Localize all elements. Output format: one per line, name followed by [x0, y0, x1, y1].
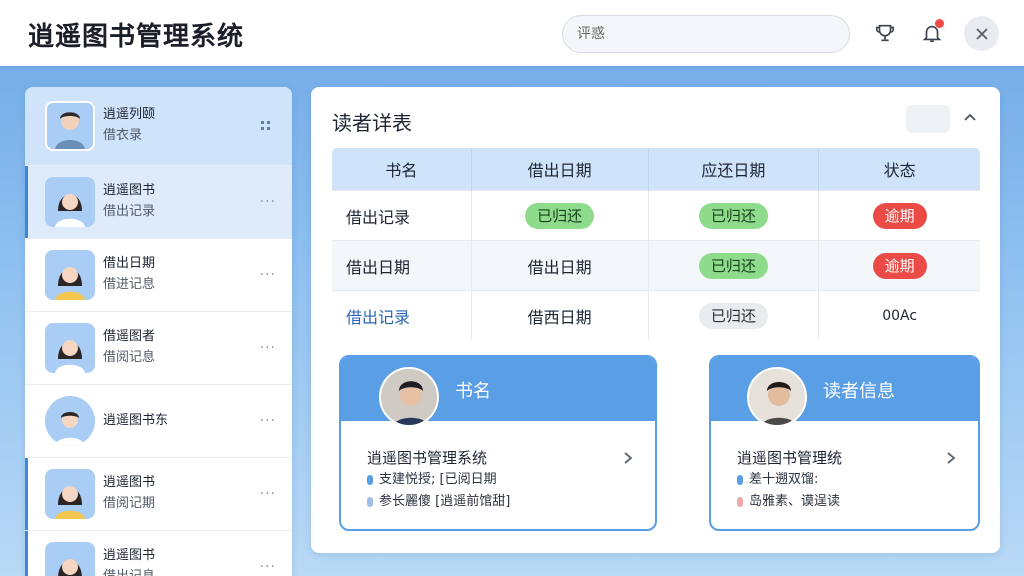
sidebar-item[interactable]: 借出日期 借进记息 ··· — [25, 239, 292, 312]
chevron-right-icon[interactable] — [946, 451, 956, 465]
avatar — [45, 396, 95, 446]
card-detail: 参长麗傻 [逍遥前馆甜] — [367, 491, 655, 513]
avatar — [747, 367, 807, 427]
table-row[interactable]: 借出日期 借出日期 已归还 逾期 — [332, 240, 980, 291]
bell-icon[interactable] — [916, 17, 948, 49]
avatar — [45, 101, 95, 151]
card-header: 读者信息 — [711, 357, 978, 427]
records-table: 书名 借出日期 应还日期 状态 借出记录 已归还 已归还 逾期 借出日期 借出日… — [331, 147, 981, 341]
due-cell: 已归还 — [648, 240, 820, 291]
sidebar-item-sub: 借阅记息 — [103, 350, 156, 365]
sidebar: 逍遥列颐 借衣录 逍遥图书 借出记录 ··· 借出日期 借进记息 ··· 借遥图… — [25, 87, 292, 576]
due-cell: 已归还 — [648, 290, 820, 340]
sidebar-item-name: 逍遥图书 — [103, 548, 156, 563]
due-cell: 已归还 — [648, 190, 820, 241]
avatar — [45, 469, 95, 519]
column-header[interactable]: 状态 — [818, 148, 980, 191]
trophy-icon[interactable] — [869, 17, 901, 49]
avatar — [45, 177, 95, 227]
card-detail-text: 参长麗傻 [逍遥前馆甜] — [379, 494, 511, 509]
column-header[interactable]: 应还日期 — [648, 148, 820, 191]
status-badge: 已归还 — [698, 202, 768, 229]
avatar — [45, 250, 95, 300]
book-title-link[interactable]: 借出记录 — [332, 290, 472, 340]
borrowed-cell: 已归还 — [471, 190, 649, 241]
sidebar-item[interactable]: 逍遥图书东 ··· — [25, 385, 292, 458]
sidebar-item-name: 逍遥图书 — [103, 475, 156, 490]
card-detail-text: 岛雅素、谟逞读 — [749, 494, 841, 509]
card-detail-text: 支建悦授; [已阅日期 — [379, 472, 497, 487]
more-icon[interactable]: ··· — [260, 559, 276, 575]
avatar — [45, 323, 95, 373]
sidebar-item[interactable]: 逍遥图书 借阅记期 ··· — [25, 458, 292, 531]
panel-action-button[interactable] — [906, 105, 950, 133]
page-title: 读者详表 — [332, 111, 412, 135]
column-header[interactable]: 借出日期 — [471, 148, 649, 191]
book-card[interactable]: 书名 逍遥图书管理系统 支建悦授; [已阅日期 参长麗傻 [逍遥前馆甜] — [339, 355, 657, 531]
sidebar-item-header[interactable]: 逍遥列颐 借衣录 — [25, 87, 292, 166]
borrowed-cell: 借出日期 — [471, 240, 649, 291]
card-title: 读者信息 — [823, 381, 895, 402]
card-header: 书名 — [341, 357, 655, 427]
card-detail: 差十遡双馏: — [737, 469, 978, 491]
sidebar-item-sub: 借出记录 — [103, 204, 156, 219]
column-header[interactable]: 书名 — [332, 148, 472, 191]
avatar — [379, 367, 439, 427]
avatar — [45, 542, 95, 576]
chevron-up-icon[interactable] — [963, 110, 977, 124]
sidebar-item-sub: 借阅记期 — [103, 496, 156, 511]
card-detail-text: 差十遡双馏: — [749, 472, 819, 487]
status-cell: 逾期 — [818, 240, 980, 291]
card-heading: 逍遥图书管理统 — [737, 449, 843, 467]
sidebar-item-name: 逍遥图书东 — [103, 413, 169, 428]
card-detail: 岛雅素、谟逞读 — [737, 491, 978, 513]
close-icon — [975, 27, 988, 40]
status-cell: 逾期 — [818, 190, 980, 241]
notification-dot — [935, 19, 944, 28]
sidebar-item[interactable]: 借遥图者 借阅记息 ··· — [25, 312, 292, 385]
main-panel: 读者详表 书名 借出日期 应还日期 状态 借出记录 已归还 已归还 逾期 借出日… — [311, 87, 1000, 553]
status-cell: 00Ac — [818, 290, 980, 340]
sidebar-item[interactable]: 逍遥图书 借出记录 ··· — [25, 166, 292, 239]
sidebar-item[interactable]: 逍遥图书 借出记息 ··· — [25, 531, 292, 576]
card-detail: 支建悦授; [已阅日期 — [367, 469, 655, 491]
more-icon[interactable]: ··· — [260, 486, 276, 502]
sidebar-item-sub: 借衣录 — [103, 128, 143, 143]
status-badge: 已归还 — [525, 202, 595, 229]
book-title-cell: 借出记录 — [332, 190, 472, 241]
sidebar-item-name: 借遥图者 — [103, 329, 156, 344]
sidebar-item-name: 借出日期 — [103, 256, 156, 271]
sidebar-item-name: 逍遥列颐 — [103, 107, 156, 122]
table-header-row: 书名 借出日期 应还日期 状态 — [332, 148, 980, 191]
close-button[interactable] — [964, 16, 999, 51]
sidebar-item-sub: 借出记息 — [103, 566, 155, 576]
card-heading: 逍遥图书管理系统 — [367, 449, 488, 467]
status-badge: 逾期 — [872, 202, 927, 229]
search-input[interactable] — [562, 15, 850, 53]
table-row[interactable]: 借出记录 已归还 已归还 逾期 — [332, 190, 980, 241]
more-icon[interactable]: ··· — [260, 267, 276, 283]
more-icon[interactable]: ··· — [260, 194, 276, 210]
grid-icon[interactable] — [260, 120, 272, 132]
status-badge: 逾期 — [872, 252, 927, 279]
more-icon[interactable]: ··· — [260, 340, 276, 356]
reader-card[interactable]: 读者信息 逍遥图书管理统 差十遡双馏: 岛雅素、谟逞读 — [709, 355, 980, 531]
card-title: 书名 — [455, 381, 491, 402]
sidebar-item-name: 逍遥图书 — [103, 183, 156, 198]
app-title: 逍遥图书管理系统 — [28, 22, 245, 52]
chevron-right-icon[interactable] — [623, 451, 633, 465]
sidebar-item-sub: 借进记息 — [103, 277, 156, 292]
more-icon[interactable]: ··· — [260, 413, 276, 429]
status-badge: 已归还 — [698, 302, 768, 329]
top-bar: 逍遥图书管理系统 — [0, 0, 1024, 66]
table-row[interactable]: 借出记录 借西日期 已归还 00Ac — [332, 290, 980, 340]
book-title-cell: 借出日期 — [332, 240, 472, 291]
borrowed-cell: 借西日期 — [471, 290, 649, 340]
status-badge: 已归还 — [698, 252, 768, 279]
